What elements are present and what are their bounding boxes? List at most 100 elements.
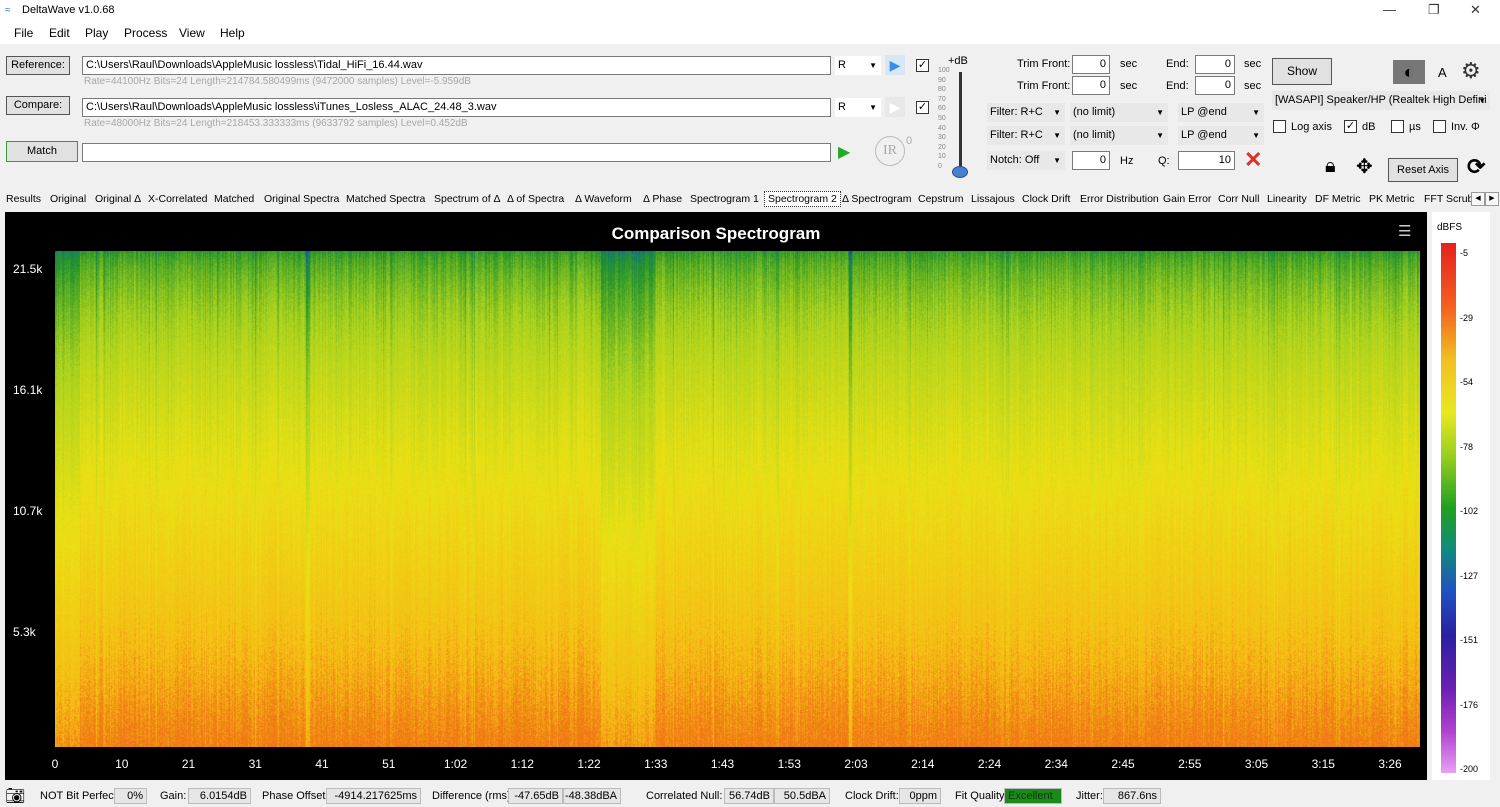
x-tick-label: 41 <box>315 757 329 771</box>
trim-end-input-2[interactable]: 0 <box>1195 76 1235 95</box>
difference-db-value: -47.65dB <box>508 788 563 804</box>
slider-thumb[interactable] <box>952 166 968 178</box>
trim-front-input-2[interactable]: 0 <box>1072 76 1110 95</box>
notch-q-input[interactable]: 10 <box>1178 151 1235 170</box>
tab-cepstrum[interactable]: Cepstrum <box>918 193 964 205</box>
notch-freq-input[interactable]: 0 <box>1072 151 1110 170</box>
tab-scroll-right-button[interactable]: ▶ <box>1485 192 1499 206</box>
plot-settings-icon[interactable]: ☰ <box>1398 222 1411 240</box>
refresh-icon[interactable]: ⟳ <box>1467 154 1485 180</box>
tab-linearity[interactable]: Linearity <box>1267 193 1307 205</box>
level-slider[interactable]: 100 90 80 70 60 50 40 30 20 10 0 <box>938 67 978 180</box>
tab-results[interactable]: Results <box>6 193 41 205</box>
notch-select[interactable]: Notch: Off ▼ <box>987 151 1065 170</box>
tab-df-metric[interactable]: DF Metric <box>1315 193 1361 205</box>
play-reference-button[interactable]: ▶ <box>885 55 905 75</box>
notch-value: Notch: Off <box>990 154 1040 166</box>
chevron-down-icon: ▼ <box>869 103 877 112</box>
level-slider-label: +dB <box>948 55 968 67</box>
device-select[interactable]: [WASAPI] Speaker/HP (Realtek High Defini… <box>1272 91 1490 110</box>
reference-button[interactable]: Reference: <box>6 56 70 75</box>
x-tick-label: 1:43 <box>710 757 735 771</box>
menu-file[interactable]: File <box>14 26 33 40</box>
invert-phase-label: Inv. Φ <box>1451 121 1480 133</box>
clear-notch-icon[interactable]: ✕ <box>1244 147 1262 173</box>
lp-select-2[interactable]: LP @end ▼ <box>1178 126 1264 145</box>
impulse-response-icon[interactable]: IR <box>875 136 905 166</box>
menu-help[interactable]: Help <box>220 26 245 40</box>
tab-lissajous[interactable]: Lissajous <box>971 193 1015 205</box>
tab-x-correlated[interactable]: X-Correlated <box>148 193 208 205</box>
tab-matched[interactable]: Matched <box>214 193 254 205</box>
tab-matched-spectra[interactable]: Matched Spectra <box>346 193 425 205</box>
tab-gain-error[interactable]: Gain Error <box>1163 193 1211 205</box>
tab--phase[interactable]: Δ Phase <box>643 193 682 205</box>
contrast-icon[interactable]: ◐ <box>1393 60 1425 84</box>
play-match-icon[interactable]: ▶ <box>838 142 850 162</box>
minimize-button[interactable]: — <box>1383 2 1396 17</box>
reference-checkbox[interactable]: ✓ <box>916 59 929 72</box>
limit-select-1[interactable]: (no limit) ▼ <box>1070 103 1168 122</box>
chevron-down-icon: ▼ <box>1156 108 1164 117</box>
filter-select-1[interactable]: Filter: R+C ▼ <box>987 103 1065 122</box>
clock-drift-label: Clock Drift: <box>845 790 899 802</box>
lp-value-1: LP @end <box>1181 106 1227 118</box>
spectrogram-plot[interactable]: Comparison Spectrogram ☰ 21.5k 16.1k 10.7k… <box>5 212 1427 780</box>
y-tick-label: 10.7k <box>13 504 43 518</box>
reference-path-input[interactable]: C:\Users\Raul\Downloads\AppleMusic lossl… <box>82 56 831 75</box>
menu-play[interactable]: Play <box>85 26 108 40</box>
reset-axis-button[interactable]: Reset Axis <box>1388 158 1458 182</box>
tab-pk-metric[interactable]: PK Metric <box>1369 193 1415 205</box>
filter-select-2[interactable]: Filter: R+C ▼ <box>987 126 1065 145</box>
reference-channel-select[interactable]: R ▼ <box>835 56 881 75</box>
log-axis-checkbox[interactable] <box>1273 120 1286 133</box>
spectrogram-heatmap <box>55 251 1420 747</box>
compare-button[interactable]: Compare: <box>6 96 70 115</box>
compare-path-input[interactable]: C:\Users\Raul\Downloads\AppleMusic lossl… <box>82 98 831 117</box>
tab-error-distribution[interactable]: Error Distribution <box>1080 193 1159 205</box>
tab-clock-drift[interactable]: Clock Drift <box>1022 193 1070 205</box>
trim-end-input-1[interactable]: 0 <box>1195 55 1235 74</box>
tab-fft-scrub[interactable]: FFT Scrub <box>1424 193 1473 205</box>
tab-original[interactable]: Original <box>50 193 86 205</box>
maximize-button[interactable]: ❐ <box>1428 2 1440 18</box>
gear-icon[interactable]: ⚙ <box>1461 58 1481 84</box>
limit-select-2[interactable]: (no limit) ▼ <box>1070 126 1168 145</box>
gain-value: 6.0154dB <box>188 788 251 804</box>
menu-process[interactable]: Process <box>124 26 167 40</box>
tab-original-spectra[interactable]: Original Spectra <box>264 193 339 205</box>
invert-phase-checkbox[interactable] <box>1433 120 1446 133</box>
tab-corr-null[interactable]: Corr Null <box>1218 193 1259 205</box>
lock-icon[interactable]: 🔒︎ <box>1325 155 1336 178</box>
tab-original-[interactable]: Original Δ <box>95 193 141 205</box>
compare-checkbox[interactable]: ✓ <box>916 101 929 114</box>
tab-spectrogram-1[interactable]: Spectrogram 1 <box>690 193 759 205</box>
chevron-down-icon: ▼ <box>1053 156 1061 165</box>
us-checkbox[interactable] <box>1391 120 1404 133</box>
x-tick-label: 21 <box>181 757 196 771</box>
match-button[interactable]: Match <box>6 141 78 162</box>
camera-icon[interactable]: 📷︎ <box>5 786 25 806</box>
pan-zoom-icon[interactable]: ✥ <box>1356 154 1373 179</box>
tab--of-spectra[interactable]: Δ of Spectra <box>507 193 564 205</box>
app-icon: ≈ <box>5 5 11 16</box>
close-button[interactable]: ✕ <box>1470 2 1481 18</box>
menu-view[interactable]: View <box>179 26 205 40</box>
show-button[interactable]: Show <box>1272 58 1332 85</box>
tab-spectrogram-2[interactable]: Spectrogram 2 <box>764 191 841 207</box>
tab--waveform[interactable]: Δ Waveform <box>575 193 632 205</box>
tab--spectrogram[interactable]: Δ Spectrogram <box>842 193 911 205</box>
trim-front-input-1[interactable]: 0 <box>1072 55 1110 74</box>
lp-select-1[interactable]: LP @end ▼ <box>1178 103 1264 122</box>
play-compare-button[interactable]: ▶ <box>885 97 905 117</box>
trim-front-unit-2: sec <box>1120 80 1138 92</box>
tab-scroll-left-button[interactable]: ◀ <box>1471 192 1485 206</box>
menu-edit[interactable]: Edit <box>49 26 70 40</box>
tab-spectrum-of-[interactable]: Spectrum of Δ <box>434 193 501 205</box>
font-toggle[interactable]: A <box>1438 65 1447 80</box>
db-checkbox[interactable]: ✓ <box>1344 120 1357 133</box>
compare-channel-select[interactable]: R ▼ <box>835 98 881 117</box>
correlated-null-label: Correlated Null: <box>646 790 723 802</box>
correlated-null-db-value: 56.74dB <box>724 788 774 804</box>
slider-tick: 100 <box>938 67 950 74</box>
